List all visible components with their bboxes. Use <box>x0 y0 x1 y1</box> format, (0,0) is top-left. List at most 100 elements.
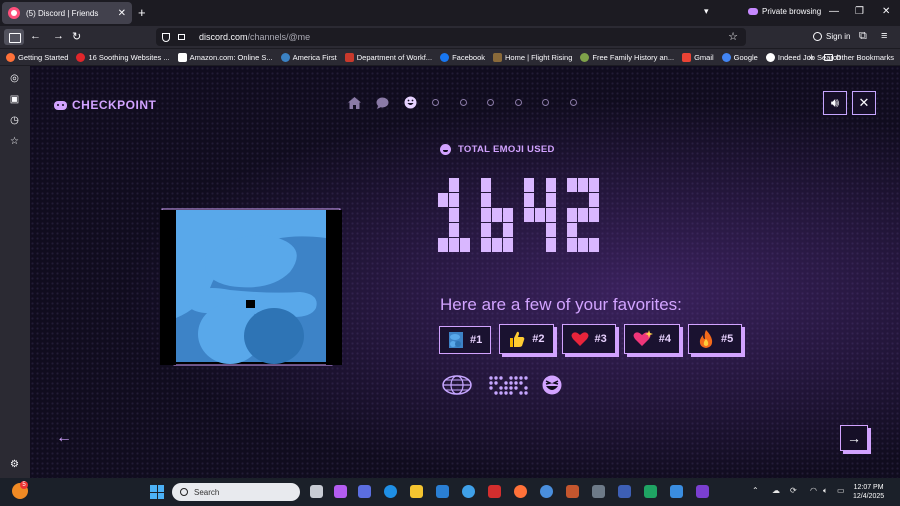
notepad-icon[interactable] <box>670 485 683 498</box>
stat-label: TOTAL EMOJI USED <box>440 144 555 155</box>
system-clock[interactable]: 12:07 PM 12/4/2025 <box>853 483 884 501</box>
bookmark-item[interactable]: Free Family History an... <box>580 52 674 62</box>
previous-arrow-icon[interactable]: ← <box>56 429 72 447</box>
close-window-icon[interactable]: ✕ <box>882 6 890 17</box>
digit-pixel <box>589 193 599 207</box>
digit-pixel <box>578 208 588 222</box>
step-dot[interactable] <box>569 99 577 106</box>
bookmark-star-icon[interactable]: ☆ <box>728 30 738 43</box>
favorite-emoji-chip[interactable]: #3 <box>561 324 616 354</box>
onedrive-cloud-icon[interactable]: ☁ <box>772 486 780 495</box>
digit-pixel <box>589 238 599 252</box>
bookmark-item[interactable]: Amazon.com: Online S... <box>177 52 273 62</box>
file-explorer-icon[interactable] <box>410 485 423 498</box>
step-dot[interactable] <box>542 99 549 106</box>
sync-icon[interactable]: ⟳ <box>790 486 797 495</box>
digit-pixel <box>567 178 577 192</box>
back-arrow-icon[interactable]: ← <box>30 30 41 42</box>
grid-dot <box>519 381 523 385</box>
stat-label-text: TOTAL EMOJI USED <box>458 144 555 155</box>
close-tab-icon[interactable]: ✕ <box>118 8 126 19</box>
sheets-icon[interactable] <box>644 485 657 498</box>
favorite-emoji-chip[interactable]: #4 <box>623 324 680 354</box>
extensions-icon[interactable]: ⧉ <box>859 30 867 43</box>
bookmark-item[interactable]: Home | Flight Rising <box>493 52 572 62</box>
reload-icon[interactable]: ↻ <box>72 30 81 43</box>
logo-text: CHECKPOINT <box>72 98 157 112</box>
favorite-emoji-chip[interactable]: #1 <box>439 326 492 354</box>
app-icon[interactable] <box>540 485 553 498</box>
app-icon[interactable] <box>618 485 631 498</box>
forward-arrow-icon[interactable]: → <box>53 30 64 42</box>
more-bookmarks-chevron-icon[interactable]: » <box>809 52 814 62</box>
other-bookmarks[interactable]: » Other Bookmarks <box>809 52 894 62</box>
battery-icon[interactable]: ▭ <box>837 486 845 495</box>
sidebar-toggle-button[interactable] <box>4 29 24 45</box>
minimize-icon[interactable]: — <box>829 6 839 17</box>
synced-tabs-icon[interactable]: ▣ <box>9 94 20 105</box>
sign-in-button[interactable]: Sign in <box>813 32 850 41</box>
clock-date: 12/4/2025 <box>853 493 885 500</box>
bookmark-item[interactable]: Facebook <box>440 52 485 62</box>
emoji-face-icon[interactable] <box>404 96 417 109</box>
customize-gear-icon[interactable]: ⚙ <box>9 459 20 470</box>
list-tabs-chevron-icon[interactable]: ▾ <box>704 6 709 17</box>
bookmark-item[interactable]: Department of Workf... <box>344 52 432 62</box>
grid-dot <box>514 381 518 385</box>
private-browsing-label: Private browsing <box>762 7 822 16</box>
next-button[interactable]: → <box>840 425 868 451</box>
task-view-icon[interactable] <box>310 485 323 498</box>
firefox-icon[interactable] <box>514 485 527 498</box>
tracking-shield-icon[interactable] <box>162 32 170 42</box>
taskbar-search-box[interactable]: Search <box>172 483 300 501</box>
url-path: /channels/@me <box>247 32 311 42</box>
bookmark-item[interactable]: 16 Soothing Websites ... <box>76 52 170 62</box>
laughing-face-icon <box>542 375 562 395</box>
bookmarks-star-icon[interactable]: ☆ <box>9 136 20 147</box>
ai-chatbot-icon[interactable]: ◎ <box>9 73 20 84</box>
wifi-icon[interactable]: ◠ <box>810 486 817 495</box>
address-bar[interactable]: discord.com/channels/@me ☆ <box>156 28 746 46</box>
digit-pixel <box>567 208 577 222</box>
bookmark-item[interactable]: Getting Started <box>6 52 68 62</box>
favorite-emoji-chip[interactable]: #2 <box>499 324 554 354</box>
app-icon[interactable] <box>566 485 579 498</box>
lock-icon[interactable] <box>178 34 185 40</box>
grid-dot <box>499 376 503 380</box>
private-browsing-indicator: Private browsing <box>748 7 821 16</box>
bookmark-favicon-icon <box>765 52 775 62</box>
start-button[interactable] <box>150 485 164 499</box>
store-icon[interactable] <box>436 485 449 498</box>
show-hidden-icons-chevron-icon[interactable]: ⌃ <box>752 486 759 495</box>
maximize-icon[interactable]: ❐ <box>855 6 864 17</box>
tab-discord[interactable]: (5) Discord | Friends ✕ <box>2 2 132 24</box>
teams-icon[interactable] <box>358 485 371 498</box>
bookmark-favicon-icon <box>280 52 290 62</box>
mcafee-icon[interactable] <box>488 485 501 498</box>
copilot-icon[interactable] <box>334 485 347 498</box>
home-icon[interactable] <box>348 96 361 109</box>
favorite-emoji-chip[interactable]: #5 <box>688 324 743 354</box>
step-dot[interactable] <box>514 99 522 106</box>
step-dot[interactable] <box>432 99 439 106</box>
bookmark-item[interactable]: Google <box>721 52 758 62</box>
step-dot[interactable] <box>487 99 494 106</box>
step-dot[interactable] <box>459 99 467 106</box>
emoji-face-icon <box>440 144 451 155</box>
bookmark-item[interactable]: Gmail <box>682 52 714 62</box>
bookmark-item[interactable]: America First <box>280 52 337 62</box>
sound-toggle-button[interactable]: 🔊︎ <box>823 91 847 115</box>
edge-icon[interactable] <box>384 485 397 498</box>
close-checkpoint-button[interactable]: ✕ <box>852 91 876 115</box>
volume-icon[interactable]: 🔈︎ <box>823 486 828 496</box>
app-icon[interactable] <box>592 485 605 498</box>
grid-dot <box>524 386 528 390</box>
history-icon[interactable]: ◷ <box>9 115 20 126</box>
checkpoint-page: CHECKPOINT 🔊︎ ✕ TOTAL EMOJI USED Here ar… <box>30 66 900 478</box>
private-firefox-icon[interactable] <box>696 485 709 498</box>
menu-icon[interactable]: ≡ <box>881 30 887 42</box>
weather-widget-icon[interactable]: 5 <box>12 481 28 499</box>
photos-icon[interactable] <box>462 485 475 498</box>
chat-bubble-icon[interactable] <box>376 96 389 109</box>
new-tab-icon[interactable]: + <box>138 5 146 20</box>
